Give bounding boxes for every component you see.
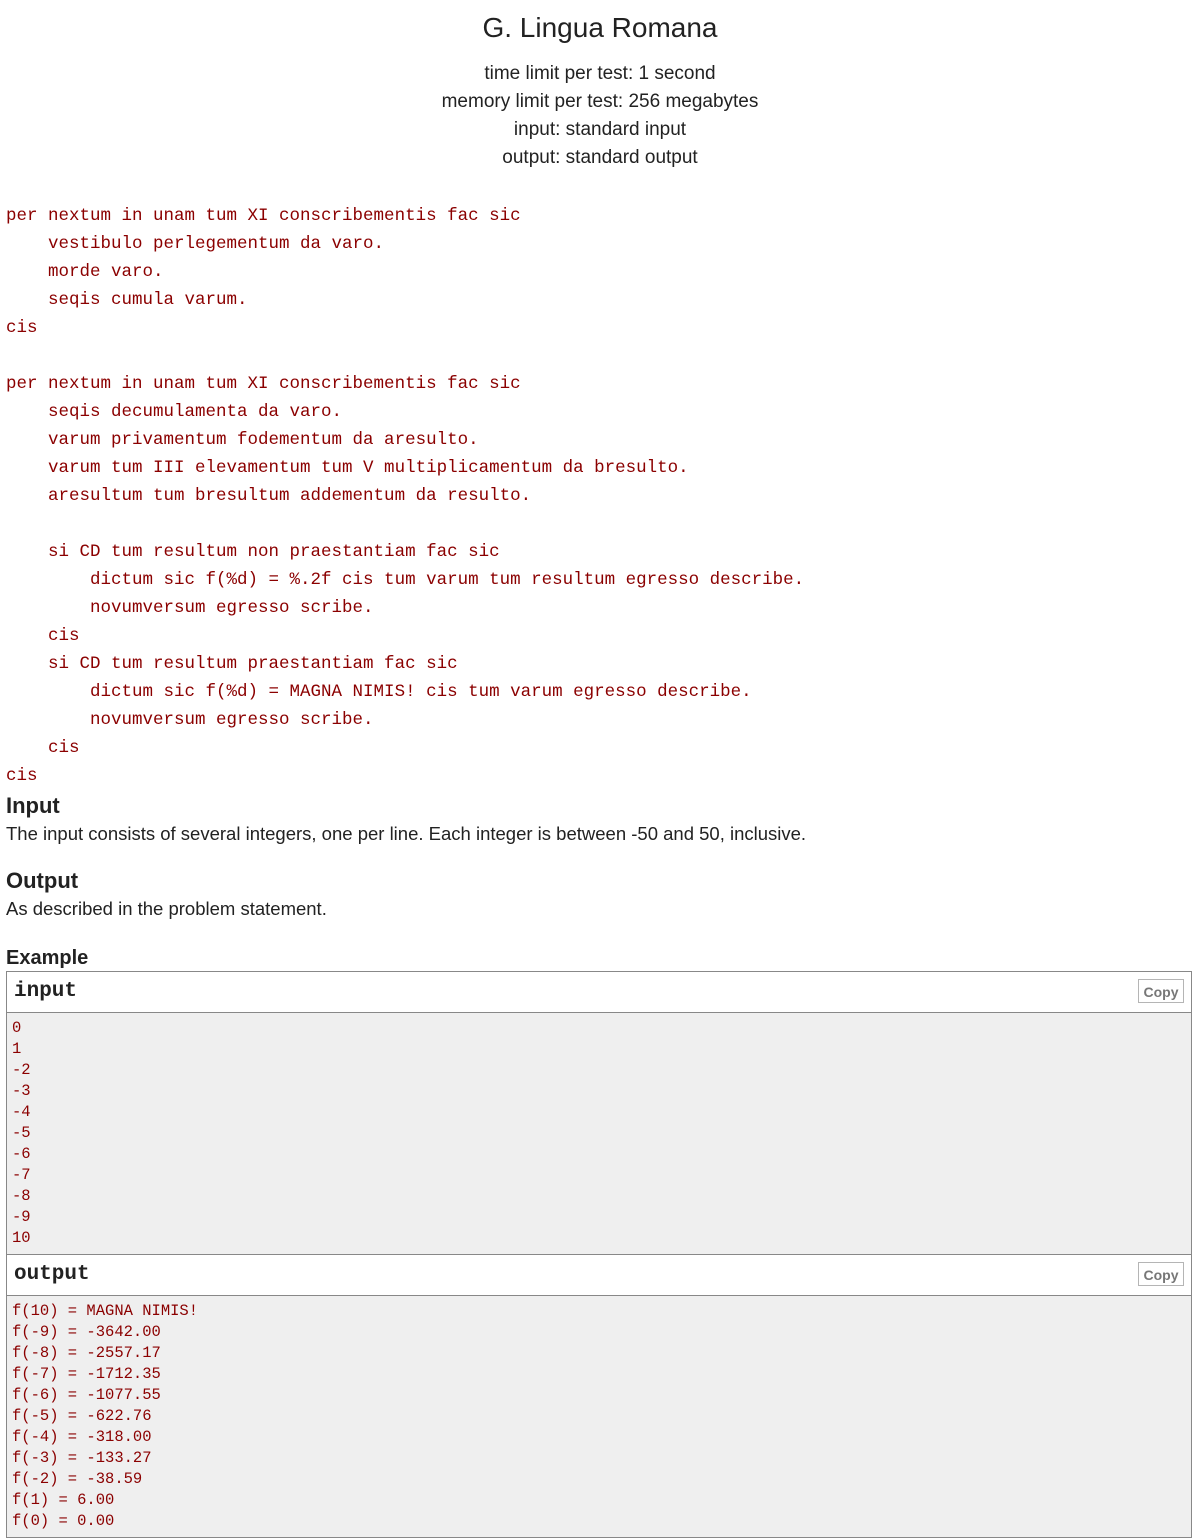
statement-line: novumversum egresso scribe. xyxy=(6,710,374,730)
sample-input-block: input Copy 0 1 -2 -3 -4 -5 -6 -7 -8 -9 10 xyxy=(6,971,1192,1255)
sample-output-label: output xyxy=(14,1263,90,1286)
statement-line: cis xyxy=(6,766,38,786)
statement-line: per nextum in unam tum XI conscribementi… xyxy=(6,374,521,394)
statement-line xyxy=(6,510,1200,538)
sample-output-header: output Copy xyxy=(7,1255,1191,1296)
sample-input-line: -3 xyxy=(12,1082,31,1100)
statement-line: vestibulo perlegementum da varo. xyxy=(6,234,385,254)
output-section: Output As described in the problem state… xyxy=(0,868,1200,922)
sample-output-line: f(1) = 6.00 xyxy=(12,1491,115,1509)
sample-output-line: f(-5) = -622.76 xyxy=(12,1407,152,1425)
sample-input-line: 10 xyxy=(12,1229,31,1247)
problem-limits: time limit per test: 1 second memory lim… xyxy=(0,60,1200,172)
sample-output-line: f(-7) = -1712.35 xyxy=(12,1365,161,1383)
statement-line: cis xyxy=(6,318,38,338)
problem-title: G. Lingua Romana xyxy=(482,12,718,43)
sample-input-line: -2 xyxy=(12,1061,31,1079)
memory-limit: memory limit per test: 256 megabytes xyxy=(441,91,759,112)
input-section-text: The input consists of several integers, … xyxy=(6,823,807,844)
copy-output-button[interactable]: Copy xyxy=(1138,1262,1184,1286)
sample-output-line: f(-3) = -133.27 xyxy=(12,1449,152,1467)
sample-input-line: -4 xyxy=(12,1103,31,1121)
sample-output-line: f(-9) = -3642.00 xyxy=(12,1323,161,1341)
sample-output-line: f(-6) = -1077.55 xyxy=(12,1386,161,1404)
sample-input-line: -6 xyxy=(12,1145,31,1163)
statement-line: si CD tum resultum non praestantiam fac … xyxy=(6,542,500,562)
copy-input-button[interactable]: Copy xyxy=(1138,979,1184,1003)
sample-output-line: f(-8) = -2557.17 xyxy=(12,1344,161,1362)
input-section: Input The input consists of several inte… xyxy=(0,793,1200,847)
sample-input-content: 0 1 -2 -3 -4 -5 -6 -7 -8 -9 10 xyxy=(7,1013,1191,1254)
statement-line: seqis cumula varum. xyxy=(6,290,248,310)
statement-line: cis xyxy=(6,738,80,758)
input-file: input: standard input xyxy=(513,119,687,140)
statement-line: varum privamentum fodementum da aresulto… xyxy=(6,430,479,450)
statement-line xyxy=(6,342,1200,370)
statement-line: varum tum III elevamentum tum V multipli… xyxy=(6,458,689,478)
time-limit: time limit per test: 1 second xyxy=(484,63,716,84)
example-title: Example xyxy=(6,947,89,969)
statement-line: si CD tum resultum praestantiam fac sic xyxy=(6,654,458,674)
sample-input-line: -5 xyxy=(12,1124,31,1142)
sample-output-line: f(10) = MAGNA NIMIS! xyxy=(12,1302,199,1320)
statement-line: per nextum in unam tum XI conscribementi… xyxy=(6,206,521,226)
output-section-text: As described in the problem statement. xyxy=(6,898,327,919)
sample-output-line: f(0) = 0.00 xyxy=(12,1512,115,1530)
output-file: output: standard output xyxy=(502,147,698,168)
sample-input-line: -7 xyxy=(12,1166,31,1184)
statement-line: dictum sic f(%d) = %.2f cis tum varum tu… xyxy=(6,570,805,590)
statement-line: seqis decumulamenta da varo. xyxy=(6,402,343,422)
problem-header: G. Lingua Romana time limit per test: 1 … xyxy=(0,0,1200,172)
statement-line: aresultum tum bresultum addementum da re… xyxy=(6,486,532,506)
sample-output-line: f(-4) = -318.00 xyxy=(12,1428,152,1446)
sample-input-line: 1 xyxy=(12,1040,22,1058)
statement-line: cis xyxy=(6,626,80,646)
sample-input-label: input xyxy=(14,980,78,1003)
output-section-title: Output xyxy=(6,868,79,893)
sample-input-header: input Copy xyxy=(7,972,1191,1013)
sample-output-line: f(-2) = -38.59 xyxy=(12,1470,143,1488)
sample-input-line: -8 xyxy=(12,1187,31,1205)
sample-input-line: 0 xyxy=(12,1019,22,1037)
input-section-title: Input xyxy=(6,793,60,818)
sample-input-line: -9 xyxy=(12,1208,31,1226)
sample-output-block: output Copy f(10) = MAGNA NIMIS! f(-9) = … xyxy=(6,1255,1192,1538)
statement-line: morde varo. xyxy=(6,262,164,282)
statement-line: dictum sic f(%d) = MAGNA NIMIS! cis tum … xyxy=(6,682,752,702)
sample-output-content: f(10) = MAGNA NIMIS! f(-9) = -3642.00 f(-8… xyxy=(7,1296,1191,1537)
statement-line: novumversum egresso scribe. xyxy=(6,598,374,618)
problem-statement-code: per nextum in unam tum XI conscribementi… xyxy=(6,202,1200,790)
